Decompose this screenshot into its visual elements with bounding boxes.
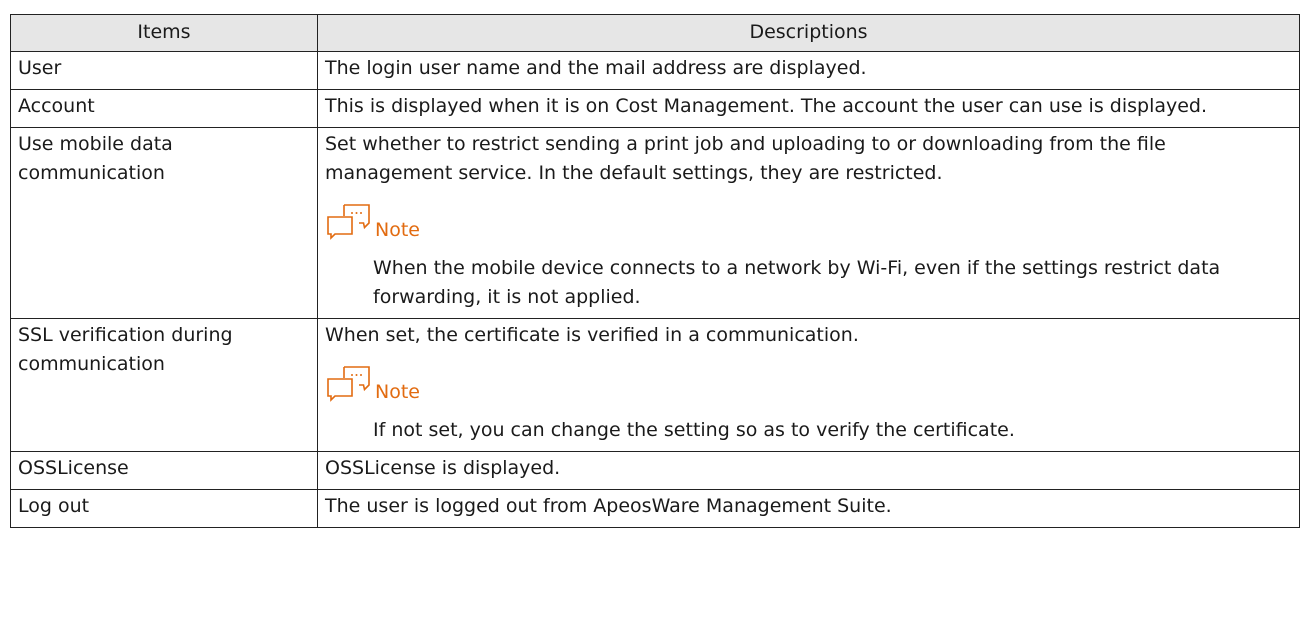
description-cell: The user is logged out from ApeosWare Ma… bbox=[317, 489, 1300, 528]
speech-bubbles-note-icon bbox=[327, 204, 370, 240]
table-row: Log out The user is logged out from Apeo… bbox=[10, 489, 1300, 528]
table-row: OSSLicense OSSLicense is displayed. bbox=[10, 451, 1300, 490]
note-label: Note bbox=[375, 218, 420, 241]
table-row: Account This is displayed when it is on … bbox=[10, 89, 1300, 128]
settings-description-table: Items Descriptions User The login user n… bbox=[10, 14, 1300, 528]
note-text: When the mobile device connects to a net… bbox=[373, 257, 1221, 308]
description-cell: OSSLicense is displayed. bbox=[317, 451, 1300, 490]
description-text: When set, the certificate is verified in… bbox=[325, 324, 859, 346]
note-text: If not set, you can change the setting s… bbox=[373, 419, 1015, 441]
header-items: Items bbox=[10, 14, 318, 52]
note-heading: Note bbox=[325, 200, 1292, 250]
table-row: User The login user name and the mail ad… bbox=[10, 51, 1300, 90]
item-cell: Use mobile data communication bbox=[10, 127, 318, 319]
note-heading: Note bbox=[325, 362, 1292, 412]
header-descriptions: Descriptions bbox=[317, 14, 1300, 52]
description-cell: When set, the certificate is verified in… bbox=[317, 318, 1300, 452]
table-row: SSL verification during communication Wh… bbox=[10, 318, 1300, 452]
note-label: Note bbox=[375, 380, 420, 403]
item-cell: Log out bbox=[10, 489, 318, 528]
item-cell: User bbox=[10, 51, 318, 90]
item-cell: Account bbox=[10, 89, 318, 128]
description-cell: This is displayed when it is on Cost Man… bbox=[317, 89, 1300, 128]
speech-bubbles-note-icon bbox=[327, 366, 370, 402]
description-cell: Set whether to restrict sending a print … bbox=[317, 127, 1300, 319]
item-cell: SSL verification during communication bbox=[10, 318, 318, 452]
description-cell: The login user name and the mail address… bbox=[317, 51, 1300, 90]
table-header-row: Items Descriptions bbox=[10, 14, 1300, 52]
table-row: Use mobile data communication Set whethe… bbox=[10, 127, 1300, 319]
item-cell: OSSLicense bbox=[10, 451, 318, 490]
description-text: Set whether to restrict sending a print … bbox=[325, 133, 1166, 184]
